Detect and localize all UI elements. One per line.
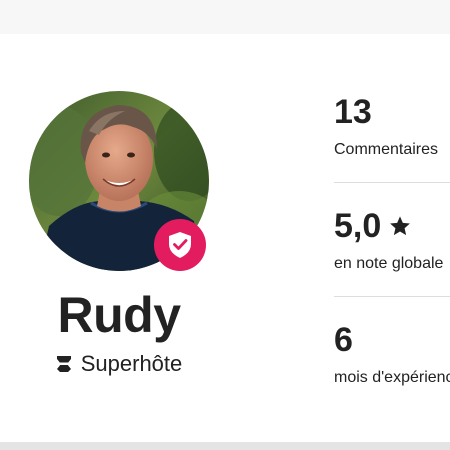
host-name: Rudy: [57, 287, 182, 343]
stat-rating-value-row: 5,0: [334, 206, 450, 246]
stat-rating-label: en note globale: [334, 255, 444, 272]
stat-experience-label: mois d'expérience: [334, 369, 450, 386]
superhost-text: Superhôte: [80, 351, 183, 376]
star-icon: [390, 216, 411, 236]
shield-check-icon: [169, 232, 191, 258]
verified-badge: [154, 219, 206, 271]
stat-experience[interactable]: 6 mois d'expérience: [334, 320, 450, 388]
stat-experience-value: 6: [334, 321, 353, 359]
stat-reviews[interactable]: 13 Commentaires: [334, 92, 450, 160]
stat-reviews-label: Commentaires: [334, 141, 439, 158]
top-band: [0, 0, 450, 34]
stat-rating[interactable]: 5,0 en note globale: [334, 206, 450, 274]
bottom-band: [0, 442, 450, 450]
stat-reviews-value: 13: [334, 93, 372, 131]
superhost-label: Superhôte: [0, 351, 238, 377]
stat-rating-value: 5,0: [334, 207, 382, 245]
superhost-icon: [56, 356, 71, 372]
divider: [334, 296, 450, 297]
host-profile-card: Rudy Superhôte 13 Commentaires 5,0 en no…: [0, 0, 450, 450]
divider: [334, 182, 450, 183]
host-avatar-container[interactable]: [29, 91, 209, 271]
